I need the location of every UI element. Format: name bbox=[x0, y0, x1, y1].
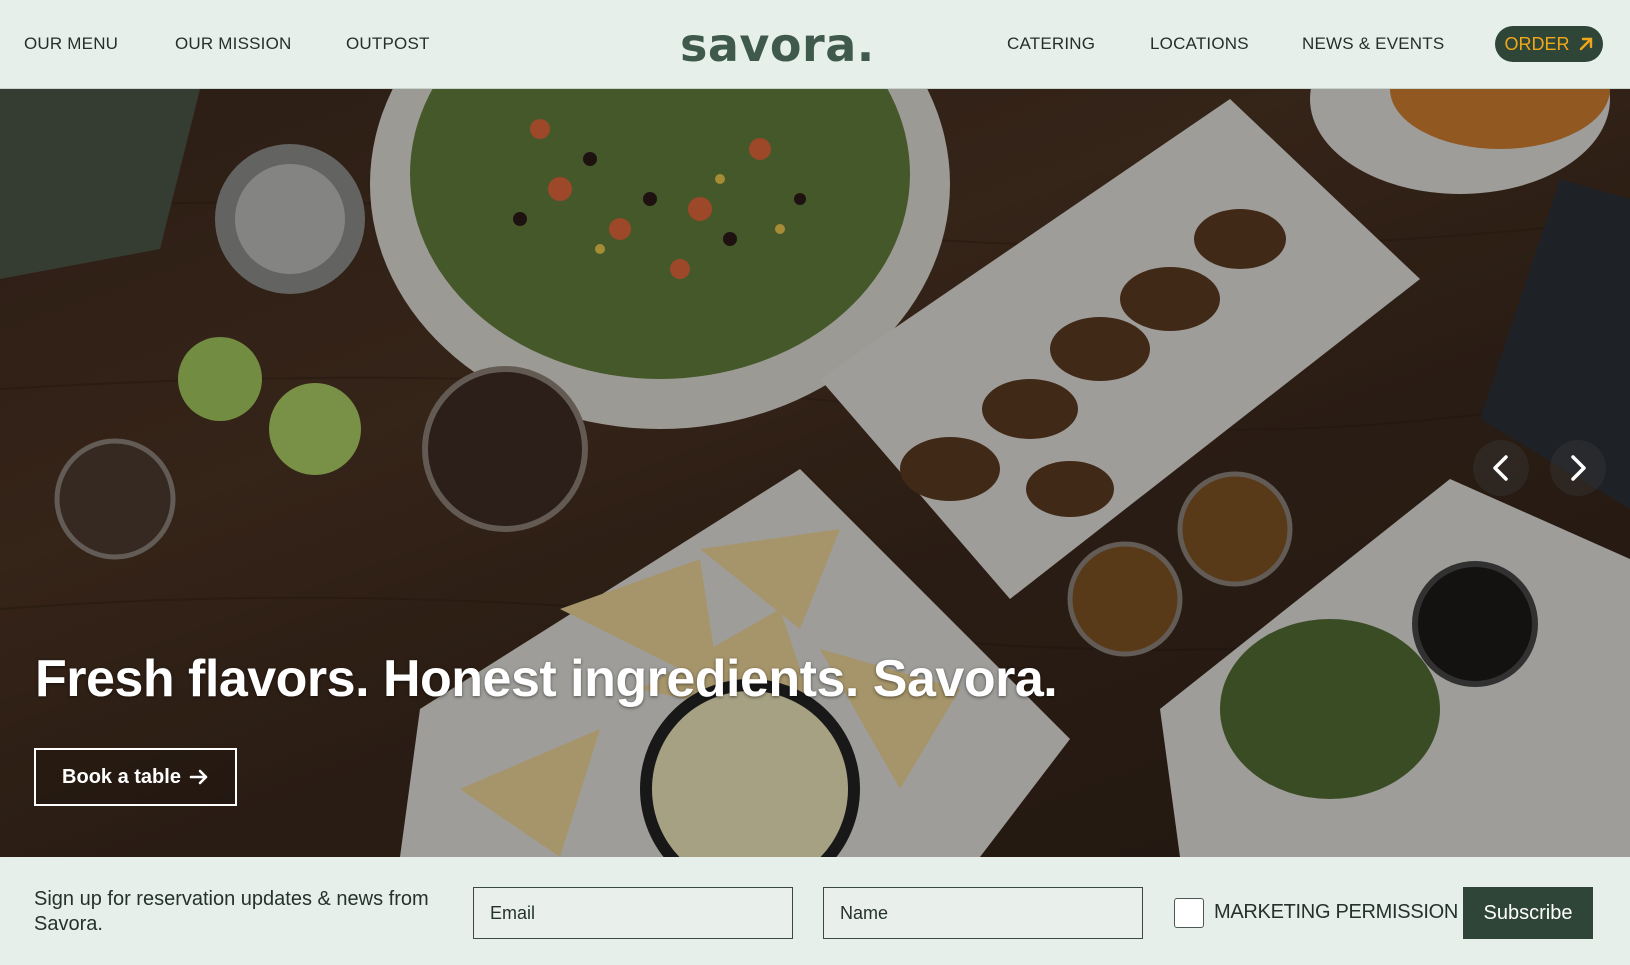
nav-catering[interactable]: CATERING bbox=[1007, 34, 1095, 54]
newsletter-signup: Sign up for reservation updates & news f… bbox=[0, 857, 1630, 965]
book-table-label: Book a table bbox=[62, 765, 181, 788]
site-logo[interactable]: savora. bbox=[680, 18, 875, 72]
email-field-wrapper bbox=[473, 887, 793, 939]
site-header: OUR MENU OUR MISSION OUTPOST savora. CAT… bbox=[0, 0, 1630, 89]
nav-news-events[interactable]: NEWS & EVENTS bbox=[1302, 34, 1444, 54]
nav-our-menu[interactable]: OUR MENU bbox=[24, 34, 118, 54]
nav-our-mission[interactable]: OUR MISSION bbox=[175, 34, 292, 54]
hero-overlay bbox=[0, 89, 1630, 857]
email-field[interactable] bbox=[490, 902, 776, 924]
signup-description: Sign up for reservation updates & news f… bbox=[34, 888, 429, 935]
marketing-permission-checkbox[interactable] bbox=[1174, 898, 1204, 928]
marketing-permission-label[interactable]: MARKETING PERMISSION bbox=[1214, 901, 1458, 924]
nav-outpost[interactable]: OUTPOST bbox=[346, 34, 430, 54]
arrow-up-right-icon bbox=[1579, 37, 1592, 51]
nav-locations[interactable]: LOCATIONS bbox=[1150, 34, 1249, 54]
name-field-wrapper bbox=[823, 887, 1143, 939]
carousel-next-button[interactable] bbox=[1550, 440, 1606, 496]
order-button[interactable]: ORDER bbox=[1495, 26, 1603, 62]
carousel-prev-button[interactable] bbox=[1473, 440, 1529, 496]
chevron-left-icon bbox=[1493, 455, 1508, 481]
order-label: ORDER bbox=[1504, 33, 1570, 54]
arrow-right-icon bbox=[189, 769, 208, 785]
name-field[interactable] bbox=[840, 902, 1126, 924]
hero-banner: Fresh flavors. Honest ingredients. Savor… bbox=[0, 89, 1630, 857]
chevron-right-icon bbox=[1571, 455, 1586, 481]
hero-headline: Fresh flavors. Honest ingredients. Savor… bbox=[35, 650, 1058, 708]
book-table-button[interactable]: Book a table bbox=[34, 748, 237, 806]
subscribe-button[interactable]: Subscribe bbox=[1463, 887, 1593, 939]
